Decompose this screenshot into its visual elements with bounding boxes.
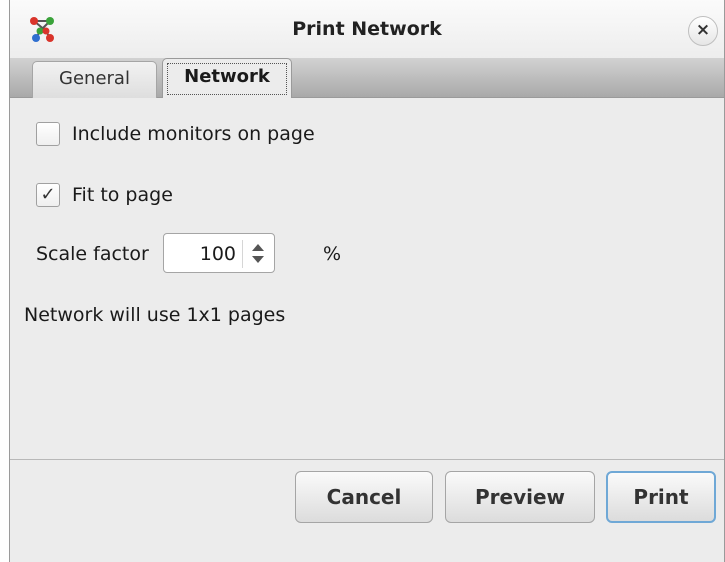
tab-bar: General Network <box>10 58 724 99</box>
cancel-button[interactable]: Cancel <box>295 471 433 523</box>
title-bar[interactable]: Print Network × <box>10 0 724 58</box>
spin-up-icon[interactable] <box>252 244 264 251</box>
tab-general[interactable]: General <box>32 61 157 98</box>
checkmark-icon: ✓ <box>40 184 56 205</box>
network-tab-panel: Include monitors on page ✓ Fit to page S… <box>10 98 724 460</box>
spin-down-icon[interactable] <box>252 256 264 263</box>
include-monitors-checkbox[interactable] <box>36 122 60 146</box>
scale-factor-spinbox[interactable]: 100 <box>163 233 275 273</box>
close-button[interactable]: × <box>688 16 718 46</box>
include-monitors-label[interactable]: Include monitors on page <box>72 123 315 145</box>
spin-arrows[interactable] <box>242 240 266 268</box>
dialog-title: Print Network <box>292 18 442 40</box>
close-icon: × <box>695 20 711 40</box>
tab-network-label: Network <box>184 66 270 87</box>
fit-to-page-checkbox[interactable]: ✓ <box>36 183 60 207</box>
percent-unit-label: % <box>323 243 342 265</box>
tab-general-label: General <box>59 68 130 89</box>
button-bar: Cancel Preview Print <box>10 460 724 562</box>
scale-factor-label: Scale factor <box>36 243 149 265</box>
print-button[interactable]: Print <box>606 471 716 523</box>
fit-to-page-label[interactable]: Fit to page <box>72 184 173 206</box>
print-network-dialog: Print Network × General Network Include … <box>9 0 725 562</box>
preview-button[interactable]: Preview <box>445 471 595 523</box>
tab-network[interactable]: Network <box>162 58 292 99</box>
scale-factor-value[interactable]: 100 <box>200 243 236 265</box>
page-count-info: Network will use 1x1 pages <box>24 304 286 326</box>
